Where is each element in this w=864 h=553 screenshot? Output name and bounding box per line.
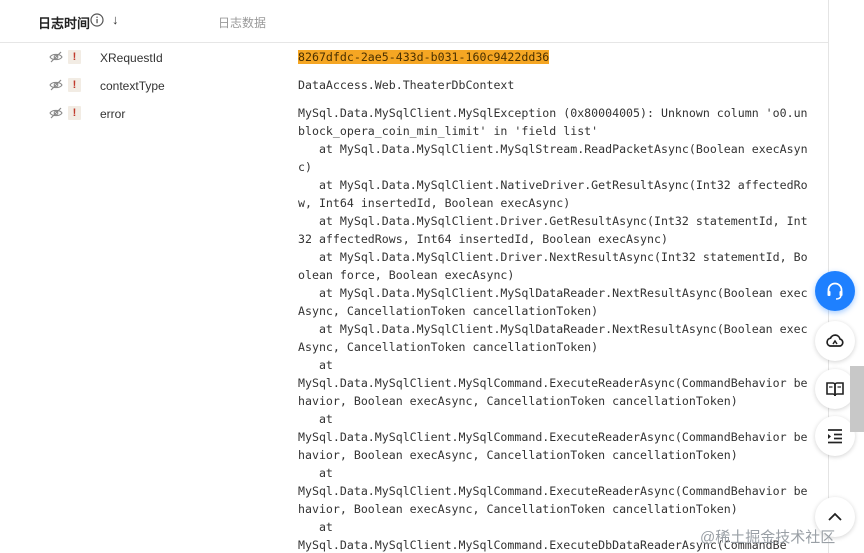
log-time-column-header[interactable]: 日志时间 <box>38 13 90 32</box>
exclamation-icon[interactable]: ! <box>68 50 81 64</box>
row-actions: ! <box>49 50 89 66</box>
field-name: contextType <box>100 79 165 93</box>
cloud-button[interactable] <box>815 321 855 361</box>
field-name: error <box>100 107 126 121</box>
eye-slash-icon[interactable] <box>49 78 63 92</box>
outline-button[interactable] <box>815 416 855 456</box>
headset-support-icon <box>827 282 843 300</box>
field-value: 8267dfdc-2ae5-433d-b031-160c9422dd36 <box>298 48 550 66</box>
info-circle-icon[interactable] <box>90 13 104 27</box>
eye-slash-icon[interactable] <box>49 50 63 64</box>
list-outdent-icon <box>828 429 842 444</box>
book-icon <box>826 382 844 397</box>
support-button[interactable] <box>815 271 855 311</box>
log-data-column-header: 日志数据 <box>218 16 267 30</box>
eye-slash-icon[interactable] <box>49 106 63 120</box>
watermark: @稀土掘金技术社区 <box>700 529 836 546</box>
chevron-up-icon <box>828 512 842 521</box>
arrow-down-icon[interactable]: ↓ <box>112 12 119 27</box>
docs-button[interactable] <box>815 369 855 409</box>
row-actions: ! <box>49 106 89 122</box>
exclamation-icon[interactable]: ! <box>68 78 81 92</box>
cloud-icon <box>826 334 844 347</box>
log-table-header: 日志时间 ↓ 日志数据 <box>0 0 828 43</box>
highlighted-value: 8267dfdc-2ae5-433d-b031-160c9422dd36 <box>298 50 550 64</box>
exclamation-icon[interactable]: ! <box>68 106 81 120</box>
row-actions: ! <box>49 78 89 94</box>
field-name: XRequestId <box>100 51 163 65</box>
error-stacktrace: MySql.Data.MySqlClient.MySqlException (0… <box>298 106 808 552</box>
field-value: DataAccess.Web.TheaterDbContext <box>298 78 515 92</box>
scrollbar-thumb[interactable] <box>850 366 864 432</box>
